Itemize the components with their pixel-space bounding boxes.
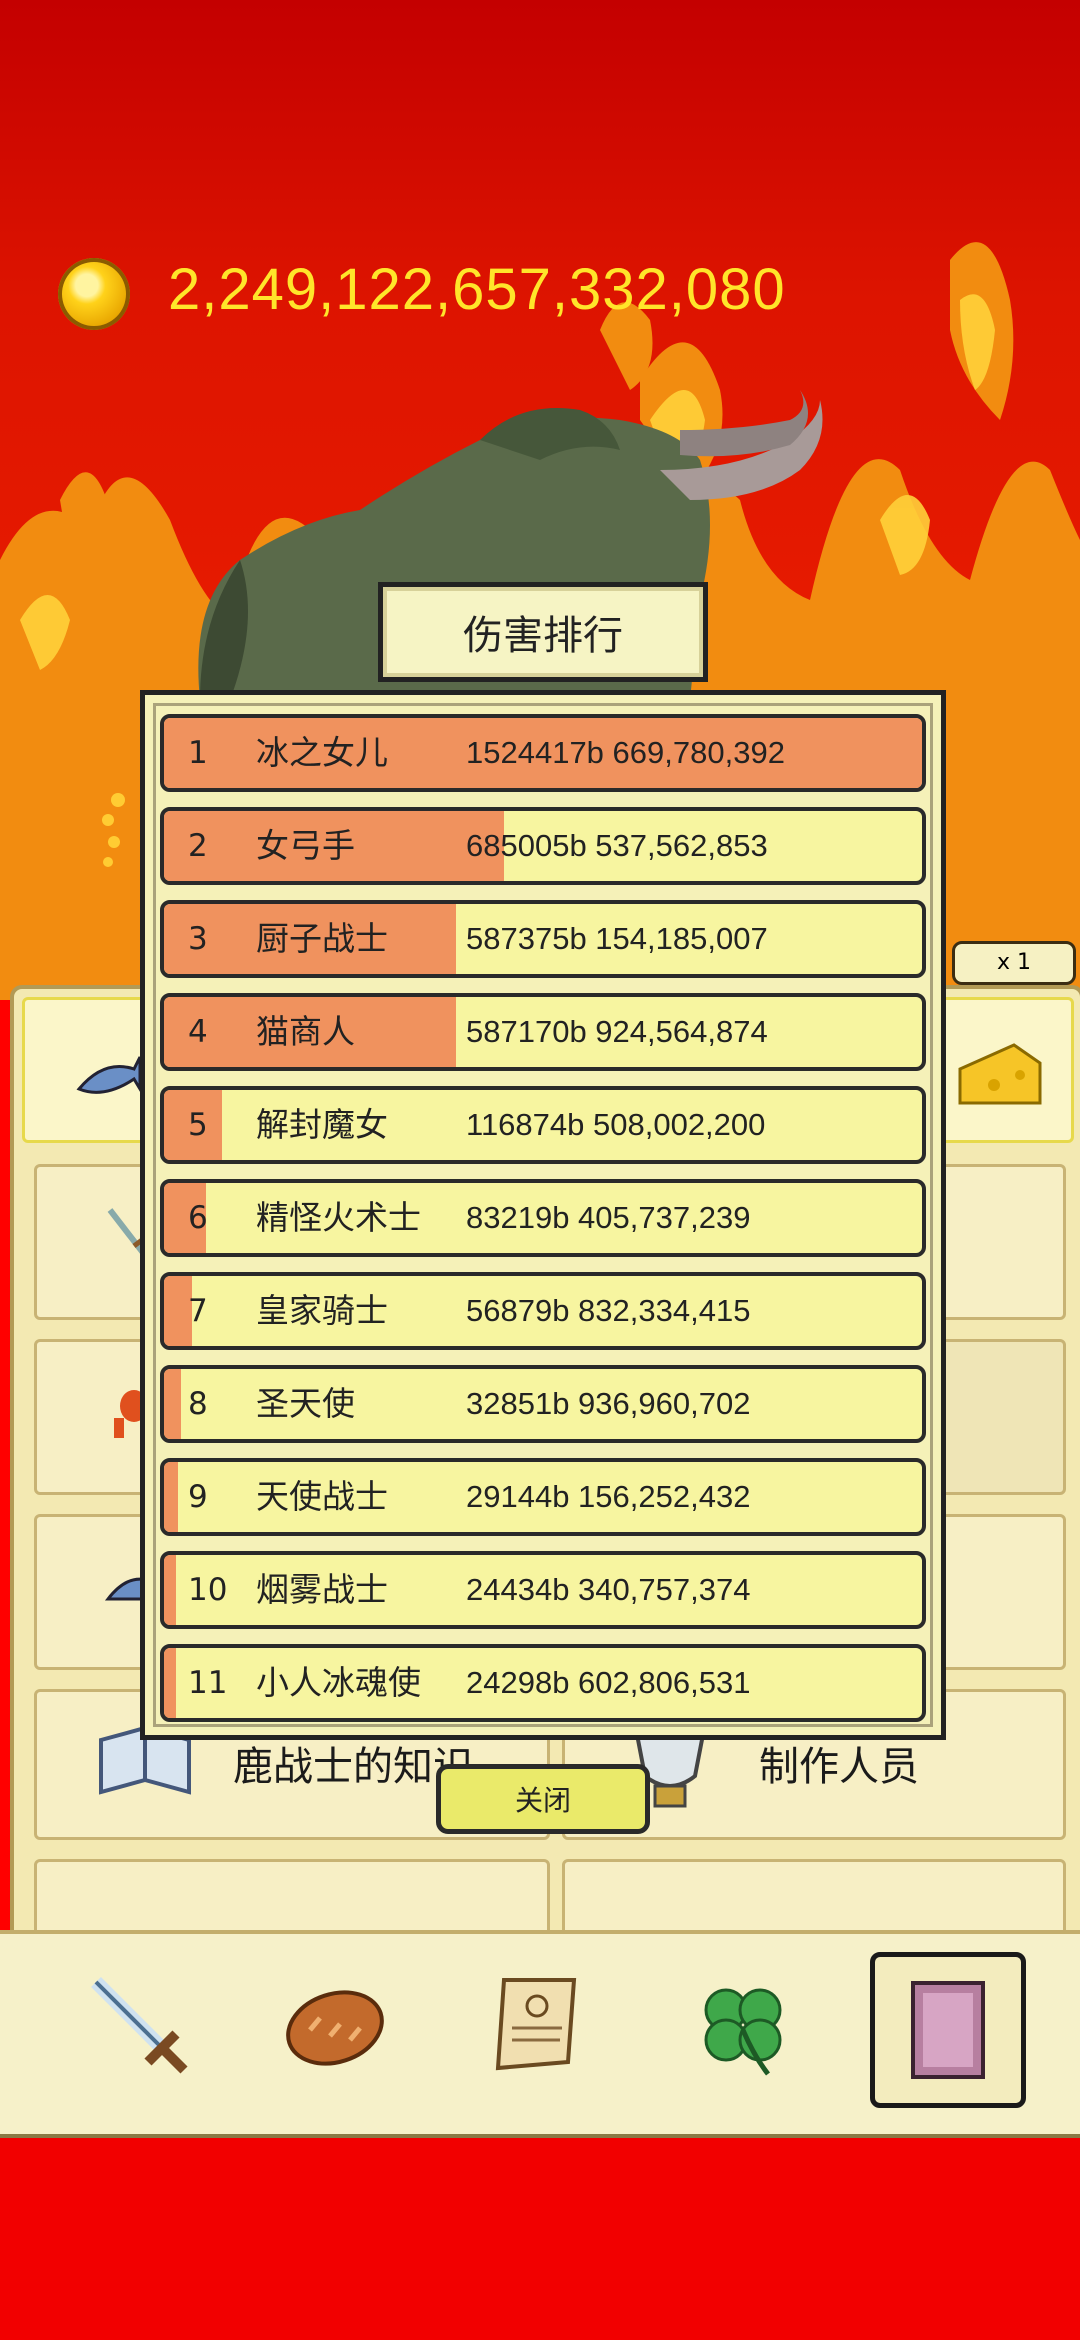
tab-scroll[interactable] xyxy=(462,1950,612,2100)
ranking-row: 9 天使战士 29144b 156,252,432 xyxy=(160,1458,926,1536)
tab-sword[interactable] xyxy=(64,1950,214,2100)
damage-value: 587375b 154,185,007 xyxy=(466,921,768,956)
ranking-row: 3 厨子战士 587375b 154,185,007 xyxy=(160,900,926,978)
coin-balance: 2,249,122,657,332,080 xyxy=(168,257,786,322)
hero-name: 厨子战士 xyxy=(256,919,388,958)
damage-value: 116874b 508,002,200 xyxy=(466,1107,766,1142)
damage-value: 24434b 340,757,374 xyxy=(466,1572,751,1607)
damage-share-bar xyxy=(164,1462,178,1532)
hero-name: 精怪火术士 xyxy=(256,1198,421,1237)
rank-number: 2 xyxy=(188,828,208,864)
damage-value: 29144b 156,252,432 xyxy=(466,1479,751,1514)
damage-value: 685005b 537,562,853 xyxy=(466,828,768,863)
dialog-title: 伤害排行 xyxy=(378,582,708,682)
rank-number: 5 xyxy=(188,1107,208,1143)
rank-number: 10 xyxy=(188,1572,228,1608)
ranking-row: 8 圣天使 32851b 936,960,702 xyxy=(160,1365,926,1443)
ranking-row: 4 猫商人 587170b 924,564,874 xyxy=(160,993,926,1071)
hero-name: 皇家骑士 xyxy=(256,1291,388,1330)
close-button[interactable]: 关闭 xyxy=(436,1764,650,1834)
hero-name: 冰之女儿 xyxy=(256,733,388,772)
damage-share-bar xyxy=(164,1555,176,1625)
rank-number: 3 xyxy=(188,921,208,957)
book-icon xyxy=(911,1981,985,2079)
rank-number: 1 xyxy=(188,735,208,771)
damage-share-bar xyxy=(164,1369,181,1439)
rank-number: 7 xyxy=(188,1293,208,1329)
damage-value: 56879b 832,334,415 xyxy=(466,1293,751,1328)
gold-coin-icon xyxy=(58,258,130,330)
ranking-row: 2 女弓手 685005b 537,562,853 xyxy=(160,807,926,885)
ranking-row: 11 小人冰魂使 24298b 602,806,531 xyxy=(160,1644,926,1722)
hero-name: 小人冰魂使 xyxy=(256,1663,421,1702)
ranking-row: 10 烟雾战士 24434b 340,757,374 xyxy=(160,1551,926,1629)
hero-name: 女弓手 xyxy=(256,826,355,865)
hero-name: 猫商人 xyxy=(256,1012,355,1051)
tab-bread[interactable] xyxy=(260,1950,410,2100)
credits-label: 制作人员 xyxy=(759,1744,919,1790)
damage-share-bar xyxy=(164,1648,176,1718)
bread-icon xyxy=(286,1990,384,2066)
damage-value: 32851b 936,960,702 xyxy=(466,1386,751,1421)
scroll-icon xyxy=(495,1978,577,2071)
hero-name: 天使战士 xyxy=(256,1477,388,1516)
tab-book[interactable] xyxy=(870,1952,1026,2108)
ranking-row: 1 冰之女儿 1524417b 669,780,392 xyxy=(160,714,926,792)
ranking-row: 5 解封魔女 116874b 508,002,200 xyxy=(160,1086,926,1164)
speed-multiplier-button[interactable]: x 1 xyxy=(952,941,1076,985)
rank-number: 11 xyxy=(188,1665,228,1701)
rank-number: 8 xyxy=(188,1386,208,1422)
rank-number: 4 xyxy=(188,1014,208,1050)
hero-name: 解封魔女 xyxy=(256,1105,388,1144)
sword-icon xyxy=(91,1977,188,2074)
rank-number: 6 xyxy=(188,1200,208,1236)
tab-clover[interactable] xyxy=(668,1950,818,2100)
ranking-row: 7 皇家骑士 56879b 832,334,415 xyxy=(160,1272,926,1350)
hero-name: 烟雾战士 xyxy=(256,1570,388,1609)
damage-value: 1524417b 669,780,392 xyxy=(466,735,785,770)
ranking-row: 6 精怪火术士 83219b 405,737,239 xyxy=(160,1179,926,1257)
rank-number: 9 xyxy=(188,1479,208,1515)
hero-name: 圣天使 xyxy=(256,1384,355,1423)
damage-value: 587170b 924,564,874 xyxy=(466,1014,768,1049)
damage-value: 24298b 602,806,531 xyxy=(466,1665,751,1700)
cheese-icon xyxy=(958,1043,1042,1105)
clover-icon xyxy=(704,1988,782,2076)
fish-icon xyxy=(76,1056,142,1095)
damage-value: 83219b 405,737,239 xyxy=(466,1200,751,1235)
background-floor xyxy=(0,2120,1080,2340)
